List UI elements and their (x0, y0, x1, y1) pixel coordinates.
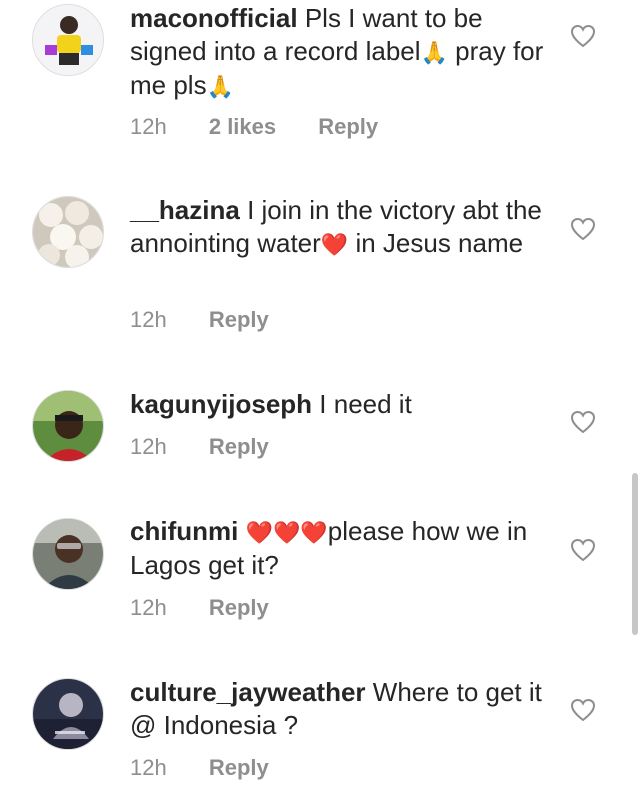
avatar[interactable] (32, 4, 104, 76)
comment-text: culture_jayweather Where to get it @ Ind… (130, 677, 542, 740)
comment-text: chifunmi ❤️❤️❤️please how we in Lagos ge… (130, 516, 528, 580)
comment-time: 12h (130, 595, 167, 620)
comment-meta: 12h Reply (130, 434, 269, 460)
red-heart-emoji: ❤️ (320, 232, 349, 257)
scrollbar[interactable] (632, 473, 638, 635)
comment-time: 12h (130, 114, 167, 139)
avatar[interactable] (32, 390, 104, 462)
red-heart-emoji: ❤️❤️❤️ (245, 520, 328, 545)
praying-hands-emoji: 🙏 (420, 40, 448, 65)
avatar[interactable] (32, 678, 104, 750)
praying-hands-emoji: 🙏 (206, 74, 234, 99)
comment-meta: 12h 2 likes Reply (130, 114, 378, 140)
comment-text: maconofficial Pls I want to be signed in… (130, 3, 544, 100)
comment-time: 12h (130, 434, 167, 459)
reply-button[interactable]: Reply (318, 114, 378, 140)
comment-meta: 12h Reply (130, 307, 269, 333)
comment-username[interactable]: __hazina (130, 195, 240, 225)
heart-outline-icon[interactable] (570, 217, 596, 241)
comment-username[interactable]: culture_jayweather (130, 677, 366, 707)
comment-username[interactable]: chifunmi (130, 516, 238, 546)
avatar[interactable] (32, 196, 104, 268)
heart-outline-icon[interactable] (570, 410, 596, 434)
likes-count[interactable]: 2 likes (209, 114, 276, 140)
heart-outline-icon[interactable] (570, 538, 596, 562)
comment-text: kagunyijoseph I need it (130, 389, 412, 419)
comment-time: 12h (130, 755, 167, 780)
reply-button[interactable]: Reply (209, 595, 269, 621)
reply-button[interactable]: Reply (209, 755, 269, 781)
comment-username[interactable]: maconofficial (130, 3, 298, 33)
reply-button[interactable]: Reply (209, 434, 269, 460)
heart-outline-icon[interactable] (570, 24, 596, 48)
heart-outline-icon[interactable] (570, 698, 596, 722)
comment-text: __hazina I join in the victory abt the a… (130, 195, 542, 258)
avatar[interactable] (32, 518, 104, 590)
comment-meta: 12h Reply (130, 595, 269, 621)
reply-button[interactable]: Reply (209, 307, 269, 333)
comment-meta: 12h Reply (130, 755, 269, 781)
comment-time: 12h (130, 307, 167, 332)
comment-username[interactable]: kagunyijoseph (130, 389, 312, 419)
